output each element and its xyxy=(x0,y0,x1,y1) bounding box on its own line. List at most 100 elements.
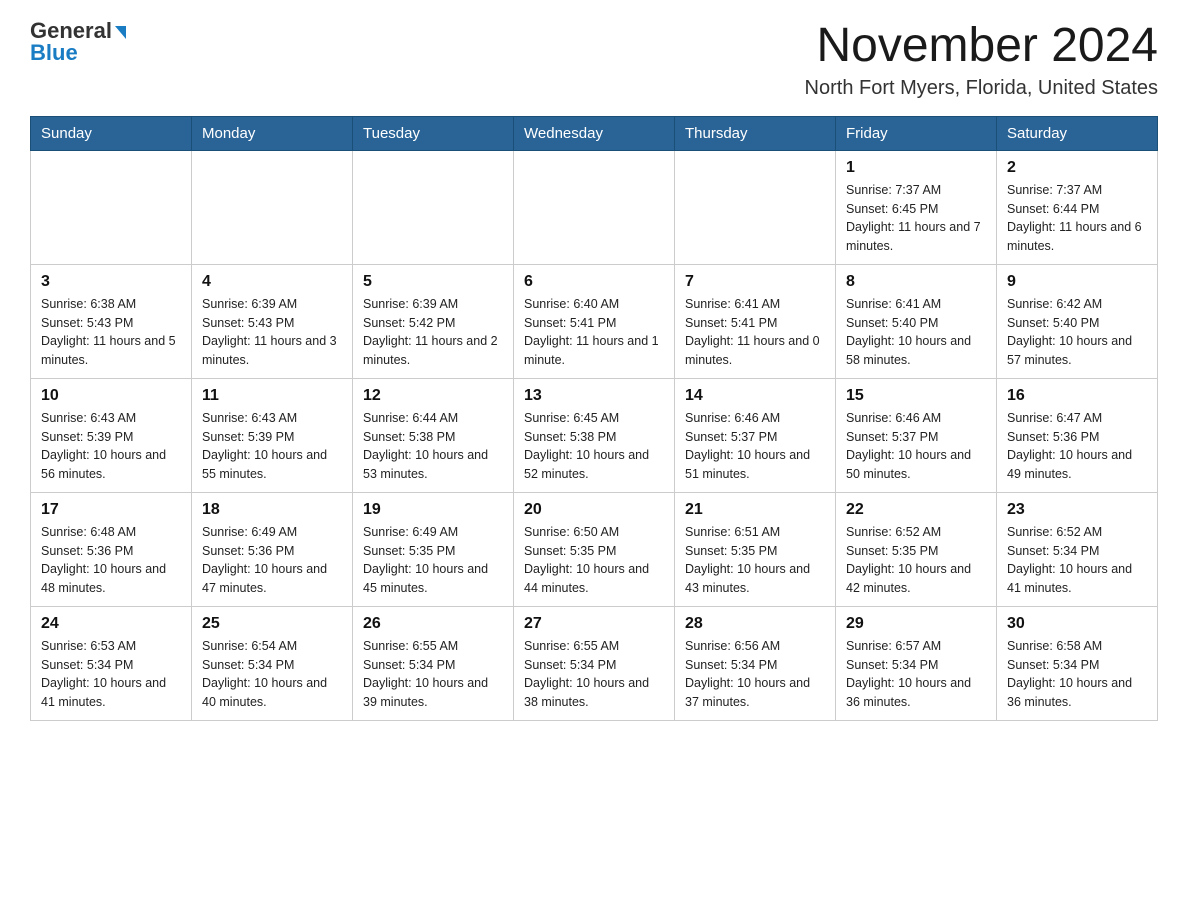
day-number: 20 xyxy=(524,501,664,519)
calendar-cell: 6 Sunrise: 6:40 AMSunset: 5:41 PMDaylight… xyxy=(514,264,675,378)
day-info: Sunrise: 6:43 AMSunset: 5:39 PMDaylight:… xyxy=(202,409,342,484)
day-number: 4 xyxy=(202,273,342,291)
day-number: 6 xyxy=(524,273,664,291)
logo-arrow-icon xyxy=(115,26,126,39)
day-number: 11 xyxy=(202,387,342,405)
weekday-header-saturday: Saturday xyxy=(997,116,1158,150)
logo-blue: Blue xyxy=(30,42,78,64)
day-number: 19 xyxy=(363,501,503,519)
weekday-header-tuesday: Tuesday xyxy=(353,116,514,150)
weekday-header-sunday: Sunday xyxy=(31,116,192,150)
calendar-cell: 2Sunrise: 7:37 AMSunset: 6:44 PMDaylight… xyxy=(997,150,1158,264)
calendar-table: SundayMondayTuesdayWednesdayThursdayFrid… xyxy=(30,116,1158,721)
calendar-week-1: 1Sunrise: 7:37 AMSunset: 6:45 PMDaylight… xyxy=(31,150,1158,264)
calendar-header: SundayMondayTuesdayWednesdayThursdayFrid… xyxy=(31,116,1158,150)
day-info: Sunrise: 6:56 AMSunset: 5:34 PMDaylight:… xyxy=(685,637,825,712)
title-area: November 2024 North Fort Myers, Florida,… xyxy=(805,20,1158,100)
calendar-cell xyxy=(353,150,514,264)
calendar-week-5: 24Sunrise: 6:53 AMSunset: 5:34 PMDayligh… xyxy=(31,606,1158,720)
day-info: Sunrise: 6:43 AMSunset: 5:39 PMDaylight:… xyxy=(41,409,181,484)
calendar-cell: 9Sunrise: 6:42 AMSunset: 5:40 PMDaylight… xyxy=(997,264,1158,378)
calendar-cell: 17 Sunrise: 6:48 AMSunset: 5:36 PMDayligh… xyxy=(31,492,192,606)
day-info: Sunrise: 6:58 AMSunset: 5:34 PMDaylight:… xyxy=(1007,637,1147,712)
day-number: 15 xyxy=(846,387,986,405)
calendar-cell: 23Sunrise: 6:52 AMSunset: 5:34 PMDayligh… xyxy=(997,492,1158,606)
day-info: Sunrise: 6:42 AMSunset: 5:40 PMDaylight:… xyxy=(1007,295,1147,370)
day-number: 18 xyxy=(202,501,342,519)
day-info: Sunrise: 6:41 AMSunset: 5:40 PMDaylight:… xyxy=(846,295,986,370)
day-number: 10 xyxy=(41,387,181,405)
calendar-cell: 26 Sunrise: 6:55 AMSunset: 5:34 PMDayligh… xyxy=(353,606,514,720)
calendar-cell: 22 Sunrise: 6:52 AMSunset: 5:35 PMDayligh… xyxy=(836,492,997,606)
weekday-header-wednesday: Wednesday xyxy=(514,116,675,150)
calendar-cell xyxy=(31,150,192,264)
calendar-cell: 30 Sunrise: 6:58 AMSunset: 5:34 PMDayligh… xyxy=(997,606,1158,720)
day-info: Sunrise: 6:57 AMSunset: 5:34 PMDaylight:… xyxy=(846,637,986,712)
day-number: 17 xyxy=(41,501,181,519)
calendar-cell xyxy=(192,150,353,264)
day-info: Sunrise: 6:39 AMSunset: 5:42 PMDaylight:… xyxy=(363,295,503,370)
logo: General Blue xyxy=(30,20,126,64)
day-number: 13 xyxy=(524,387,664,405)
calendar-cell: 14 Sunrise: 6:46 AMSunset: 5:37 PMDayligh… xyxy=(675,378,836,492)
location-subtitle: North Fort Myers, Florida, United States xyxy=(805,77,1158,100)
day-info: Sunrise: 6:45 AMSunset: 5:38 PMDaylight:… xyxy=(524,409,664,484)
day-info: Sunrise: 6:55 AMSunset: 5:34 PMDaylight:… xyxy=(524,637,664,712)
day-info: Sunrise: 6:39 AMSunset: 5:43 PMDaylight:… xyxy=(202,295,342,370)
calendar-cell: 4 Sunrise: 6:39 AMSunset: 5:43 PMDaylight… xyxy=(192,264,353,378)
calendar-cell: 10 Sunrise: 6:43 AMSunset: 5:39 PMDayligh… xyxy=(31,378,192,492)
day-info: Sunrise: 6:38 AMSunset: 5:43 PMDaylight:… xyxy=(41,295,181,370)
day-number: 24 xyxy=(41,615,181,633)
day-number: 26 xyxy=(363,615,503,633)
calendar-cell xyxy=(675,150,836,264)
day-number: 25 xyxy=(202,615,342,633)
day-number: 2 xyxy=(1007,159,1147,177)
day-number: 14 xyxy=(685,387,825,405)
calendar-cell: 12Sunrise: 6:44 AMSunset: 5:38 PMDayligh… xyxy=(353,378,514,492)
day-number: 29 xyxy=(846,615,986,633)
day-info: Sunrise: 6:54 AMSunset: 5:34 PMDaylight:… xyxy=(202,637,342,712)
calendar-week-2: 3 Sunrise: 6:38 AMSunset: 5:43 PMDaylight… xyxy=(31,264,1158,378)
day-info: Sunrise: 6:49 AMSunset: 5:36 PMDaylight:… xyxy=(202,523,342,598)
day-info: Sunrise: 6:46 AMSunset: 5:37 PMDaylight:… xyxy=(685,409,825,484)
day-info: Sunrise: 6:40 AMSunset: 5:41 PMDaylight:… xyxy=(524,295,664,370)
day-number: 28 xyxy=(685,615,825,633)
calendar-cell: 28 Sunrise: 6:56 AMSunset: 5:34 PMDayligh… xyxy=(675,606,836,720)
calendar-cell: 18 Sunrise: 6:49 AMSunset: 5:36 PMDayligh… xyxy=(192,492,353,606)
calendar-cell: 19Sunrise: 6:49 AMSunset: 5:35 PMDayligh… xyxy=(353,492,514,606)
calendar-cell xyxy=(514,150,675,264)
calendar-cell: 25 Sunrise: 6:54 AMSunset: 5:34 PMDayligh… xyxy=(192,606,353,720)
month-year-title: November 2024 xyxy=(805,20,1158,73)
day-number: 3 xyxy=(41,273,181,291)
logo-general: General xyxy=(30,20,112,42)
calendar-cell: 21 Sunrise: 6:51 AMSunset: 5:35 PMDayligh… xyxy=(675,492,836,606)
day-number: 27 xyxy=(524,615,664,633)
calendar-cell: 1Sunrise: 7:37 AMSunset: 6:45 PMDaylight… xyxy=(836,150,997,264)
calendar-cell: 15 Sunrise: 6:46 AMSunset: 5:37 PMDayligh… xyxy=(836,378,997,492)
day-number: 30 xyxy=(1007,615,1147,633)
day-info: Sunrise: 6:55 AMSunset: 5:34 PMDaylight:… xyxy=(363,637,503,712)
day-number: 21 xyxy=(685,501,825,519)
day-info: Sunrise: 6:50 AMSunset: 5:35 PMDaylight:… xyxy=(524,523,664,598)
day-number: 8 xyxy=(846,273,986,291)
day-number: 22 xyxy=(846,501,986,519)
day-number: 23 xyxy=(1007,501,1147,519)
day-number: 7 xyxy=(685,273,825,291)
weekday-header-row: SundayMondayTuesdayWednesdayThursdayFrid… xyxy=(31,116,1158,150)
calendar-cell: 20 Sunrise: 6:50 AMSunset: 5:35 PMDayligh… xyxy=(514,492,675,606)
calendar-cell: 8 Sunrise: 6:41 AMSunset: 5:40 PMDaylight… xyxy=(836,264,997,378)
day-number: 12 xyxy=(363,387,503,405)
calendar-cell: 7Sunrise: 6:41 AMSunset: 5:41 PMDaylight… xyxy=(675,264,836,378)
day-number: 16 xyxy=(1007,387,1147,405)
day-info: Sunrise: 7:37 AMSunset: 6:45 PMDaylight:… xyxy=(846,181,986,256)
weekday-header-monday: Monday xyxy=(192,116,353,150)
calendar-week-3: 10 Sunrise: 6:43 AMSunset: 5:39 PMDayligh… xyxy=(31,378,1158,492)
weekday-header-friday: Friday xyxy=(836,116,997,150)
calendar-cell: 16Sunrise: 6:47 AMSunset: 5:36 PMDayligh… xyxy=(997,378,1158,492)
day-info: Sunrise: 6:52 AMSunset: 5:35 PMDaylight:… xyxy=(846,523,986,598)
day-info: Sunrise: 6:46 AMSunset: 5:37 PMDaylight:… xyxy=(846,409,986,484)
day-info: Sunrise: 6:51 AMSunset: 5:35 PMDaylight:… xyxy=(685,523,825,598)
calendar-week-4: 17 Sunrise: 6:48 AMSunset: 5:36 PMDayligh… xyxy=(31,492,1158,606)
calendar-body: 1Sunrise: 7:37 AMSunset: 6:45 PMDaylight… xyxy=(31,150,1158,720)
day-info: Sunrise: 6:48 AMSunset: 5:36 PMDaylight:… xyxy=(41,523,181,598)
